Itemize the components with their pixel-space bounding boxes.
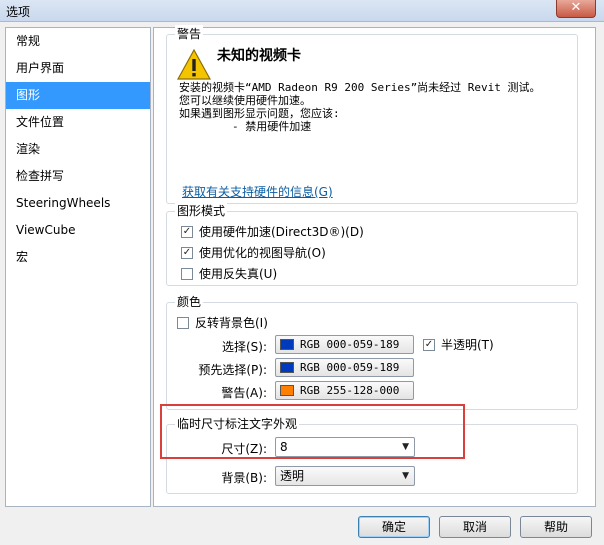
alert-color-label: 警告(A): xyxy=(221,386,267,400)
selection-color-swatch xyxy=(280,339,294,350)
antialias-label: 使用反失真(U) xyxy=(199,267,278,281)
title-bar: 选项 ✕ xyxy=(0,0,604,22)
checkbox-box[interactable] xyxy=(181,268,193,280)
warning-line-3: 如果遇到图形显示问题，您应该: xyxy=(179,107,340,120)
invert-bg-label: 反转背景色(I) xyxy=(195,316,268,330)
checkbox-box[interactable] xyxy=(177,317,189,329)
nav-item-user-interface[interactable]: 用户界面 xyxy=(6,55,150,82)
warning-group: 警告 未知的视频卡 安装的视频卡“AMD Radeon R9 200 Serie… xyxy=(166,25,578,204)
nav-item-steeringwheels[interactable]: SteeringWheels xyxy=(6,190,150,217)
window-title: 选项 xyxy=(6,5,31,19)
optimized-nav-label: 使用优化的视图导航(O) xyxy=(199,246,326,260)
nav-item-graphics[interactable]: 图形 xyxy=(6,82,150,109)
hardware-accel-checkbox[interactable]: 使用硬件加速(Direct3D®)(D) xyxy=(181,224,364,240)
cancel-button[interactable]: 取消 xyxy=(439,516,511,538)
warning-message: 安装的视频卡“AMD Radeon R9 200 Series”尚未经过 Rev… xyxy=(179,81,574,133)
colors-group: 颜色 反转背景色(I) 选择(S): RGB 000-059-189 半透明(T… xyxy=(166,293,578,410)
nav-item-rendering[interactable]: 渲染 xyxy=(6,136,150,163)
semi-transparent-checkbox[interactable]: 半透明(T) xyxy=(423,337,494,353)
checkbox-box[interactable] xyxy=(181,226,193,238)
preselection-color-button[interactable]: RGB 000-059-189 xyxy=(275,358,414,377)
close-icon: ✕ xyxy=(570,0,582,15)
checkbox-box[interactable] xyxy=(181,247,193,259)
nav-item-file-locations[interactable]: 文件位置 xyxy=(6,109,150,136)
colors-title: 颜色 xyxy=(175,293,204,310)
chevron-down-icon: ▼ xyxy=(402,471,409,481)
warning-line-2: 您可以继续使用硬件加速。 xyxy=(179,94,311,107)
nav-item-general[interactable]: 常规 xyxy=(6,28,150,55)
background-dropdown[interactable]: 透明 ▼ xyxy=(275,466,415,486)
highlight-frame xyxy=(160,404,465,459)
graphics-mode-group: 图形模式 使用硬件加速(Direct3D®)(D) 使用优化的视图导航(O) 使… xyxy=(166,202,578,286)
help-button[interactable]: 帮助 xyxy=(520,516,592,538)
nav-item-spelling[interactable]: 检查拼写 xyxy=(6,163,150,190)
alert-color-value: RGB 255-128-000 xyxy=(300,384,400,397)
preselection-color-label: 预先选择(P): xyxy=(198,363,267,377)
selection-color-button[interactable]: RGB 000-059-189 xyxy=(275,335,414,354)
selection-color-value: RGB 000-059-189 xyxy=(300,338,400,351)
ok-button[interactable]: 确定 xyxy=(358,516,430,538)
close-button[interactable]: ✕ xyxy=(556,0,596,18)
preselection-color-swatch xyxy=(280,362,294,373)
invert-bg-checkbox[interactable]: 反转背景色(I) xyxy=(177,315,268,331)
alert-color-button[interactable]: RGB 255-128-000 xyxy=(275,381,414,400)
optimized-nav-checkbox[interactable]: 使用优化的视图导航(O) xyxy=(181,245,326,261)
warning-group-title: 警告 xyxy=(175,25,204,42)
preselection-color-value: RGB 000-059-189 xyxy=(300,361,400,374)
background-value: 透明 xyxy=(280,469,305,483)
warning-line-4: - 禁用硬件加速 xyxy=(179,120,312,133)
supported-hardware-link[interactable]: 获取有关支持硬件的信息(G) xyxy=(182,183,333,200)
nav-item-macros[interactable]: 宏 xyxy=(6,244,150,271)
warning-line-1: 安装的视频卡“AMD Radeon R9 200 Series”尚未经过 Rev… xyxy=(179,81,541,94)
nav-item-viewcube[interactable]: ViewCube xyxy=(6,217,150,244)
background-label: 背景(B): xyxy=(221,471,267,485)
checkbox-box[interactable] xyxy=(423,339,435,351)
semi-transparent-label: 半透明(T) xyxy=(441,338,494,352)
selection-color-label: 选择(S): xyxy=(221,340,267,354)
hardware-accel-label: 使用硬件加速(Direct3D®)(D) xyxy=(199,225,364,239)
warning-icon xyxy=(177,49,211,80)
category-list: 常规 用户界面 图形 文件位置 渲染 检查拼写 SteeringWheels V… xyxy=(5,27,151,507)
antialias-checkbox[interactable]: 使用反失真(U) xyxy=(181,266,277,282)
alert-color-swatch xyxy=(280,385,294,396)
graphics-mode-title: 图形模式 xyxy=(175,202,228,219)
warning-title: 未知的视频卡 xyxy=(217,48,301,64)
